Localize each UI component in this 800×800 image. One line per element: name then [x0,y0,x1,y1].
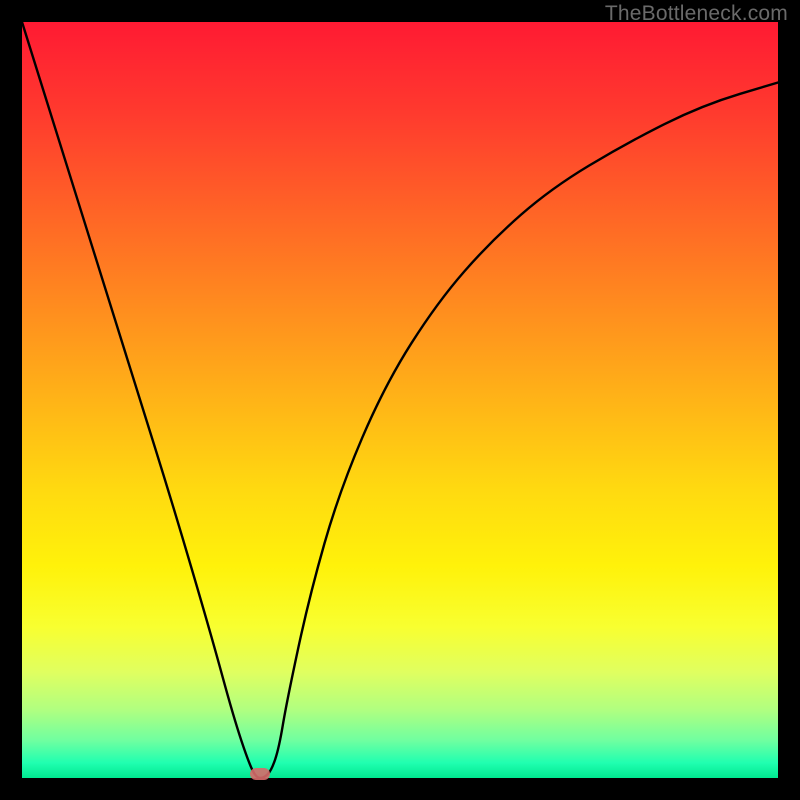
chart-curve [22,22,778,778]
chart-minimum-marker [250,768,270,780]
chart-plot-area [22,22,778,778]
curve-path [22,22,778,778]
